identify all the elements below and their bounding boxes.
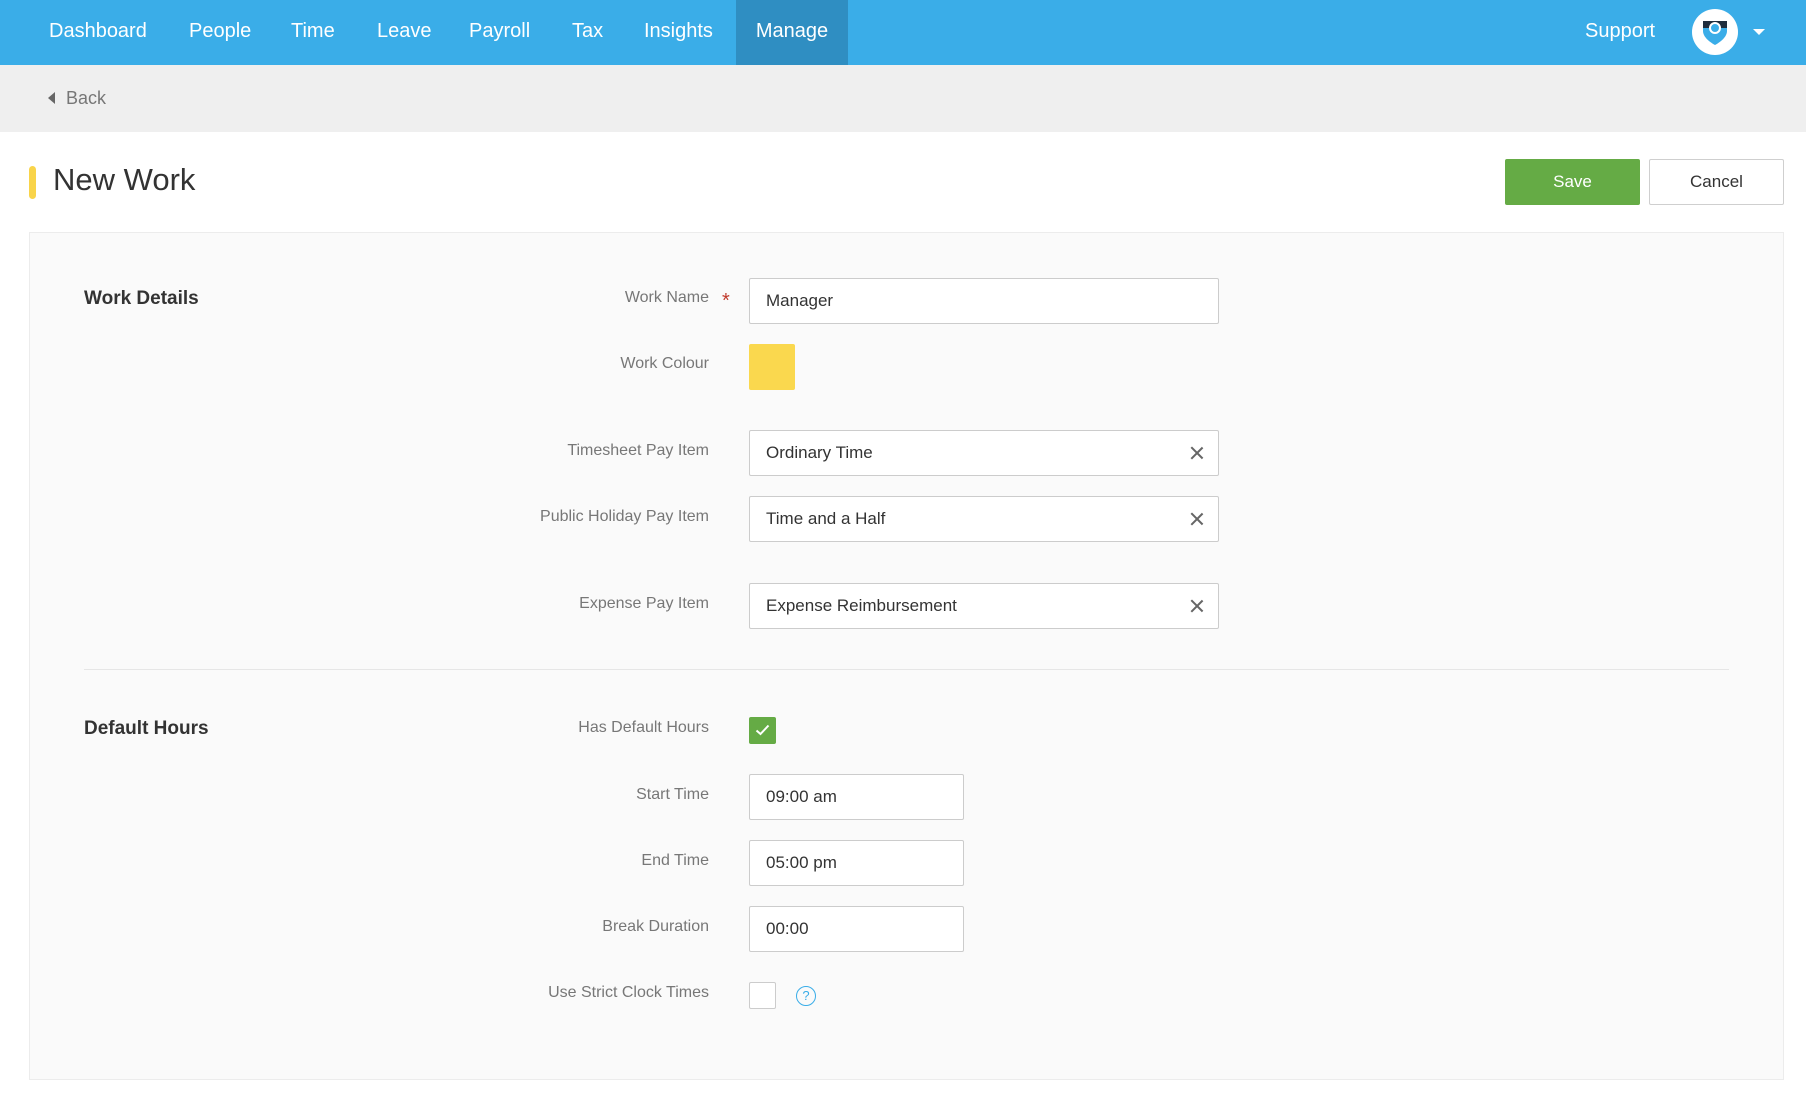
timesheet-pay-item-value: Ordinary Time [766,443,873,462]
clear-icon[interactable] [1190,512,1204,526]
nav-people[interactable]: People [168,0,272,65]
end-time-label: End Time [641,852,709,869]
save-button[interactable]: Save [1505,159,1640,205]
timesheet-pay-item-label: Timesheet Pay Item [567,442,709,459]
section-title-default-hours: Default Hours [84,718,209,739]
chevron-down-icon[interactable] [1753,29,1765,35]
has-default-hours-checkbox[interactable] [749,717,776,744]
form-panel [29,232,1784,1080]
break-duration-label: Break Duration [602,918,709,935]
work-colour-swatch[interactable] [749,344,795,390]
nav-time[interactable]: Time [270,0,356,65]
timesheet-pay-item-select[interactable]: Ordinary Time [749,430,1219,476]
expense-pay-item-label: Expense Pay Item [579,595,709,612]
nav-tax[interactable]: Tax [551,0,624,65]
back-label: Back [66,88,107,108]
back-button[interactable]: Back [48,86,106,110]
nav-leave[interactable]: Leave [356,0,453,65]
nav-payroll[interactable]: Payroll [448,0,551,65]
nav-insights[interactable]: Insights [623,0,734,65]
public-holiday-pay-item-label: Public Holiday Pay Item [540,508,709,525]
expense-pay-item-select[interactable]: Expense Reimbursement [749,583,1219,629]
work-name-label: Work Name [624,289,709,306]
public-holiday-pay-item-select[interactable]: Time and a Half [749,496,1219,542]
use-strict-clock-times-checkbox[interactable] [749,982,776,1009]
chevron-left-icon [48,92,55,104]
has-default-hours-label: Has Default Hours [578,719,709,736]
section-divider [84,669,1729,670]
user-avatar[interactable] [1692,9,1738,55]
clear-icon[interactable] [1190,446,1204,460]
start-time-label: Start Time [636,786,709,803]
page-title: New Work [53,162,196,197]
avatar-icon [1703,21,1727,45]
back-bar [0,65,1806,132]
nav-dashboard[interactable]: Dashboard [28,0,168,65]
nav-manage[interactable]: Manage [736,0,848,65]
use-strict-clock-times-label: Use Strict Clock Times [548,984,709,1001]
start-time-input[interactable]: 09:00 am [749,774,964,820]
work-colour-label: Work Colour [620,355,709,372]
public-holiday-pay-item-value: Time and a Half [766,509,886,528]
title-accent-bar [29,166,36,199]
check-icon [755,724,770,736]
section-title-work-details: Work Details [84,288,199,309]
help-icon[interactable]: ? [796,986,816,1006]
expense-pay-item-value: Expense Reimbursement [766,596,957,615]
end-time-input[interactable]: 05:00 pm [749,840,964,886]
cancel-button[interactable]: Cancel [1649,159,1784,205]
clear-icon[interactable] [1190,599,1204,613]
work-name-input[interactable]: Manager [749,278,1219,324]
required-asterisk: * [722,290,730,312]
break-duration-input[interactable]: 00:00 [749,906,964,952]
top-navigation: Dashboard People Time Leave Payroll Tax … [0,0,1806,65]
support-link[interactable]: Support [1585,0,1655,65]
